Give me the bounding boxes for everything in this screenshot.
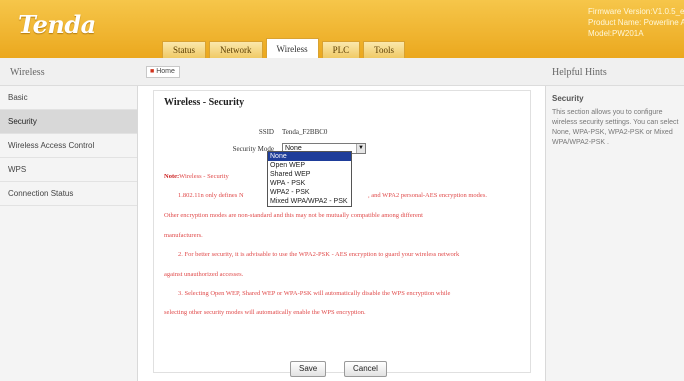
dropdown-option[interactable]: Mixed WPA/WPA2 - PSK (268, 197, 351, 206)
firmware-version: Firmware Version:V1.0.5_en (588, 7, 684, 16)
model-name: Model:PW201A (588, 29, 644, 38)
ssid-label: SSID (258, 128, 274, 136)
home-button[interactable]: ■ Home (146, 66, 180, 78)
main-nav: Status Network Wireless PLC Tools (162, 38, 408, 58)
dropdown-option[interactable]: WPA - PSK (268, 179, 351, 188)
section-title: Wireless (10, 67, 45, 78)
note-line-4: 2. For better security, it is advisable … (178, 251, 460, 258)
ssid-value: Tenda_F2BBC0 (282, 128, 328, 136)
header: Tenda Firmware Version:V1.0.5_en Product… (0, 0, 684, 58)
tab-network[interactable]: Network (209, 41, 263, 58)
note-line-6: 3. Selecting Open WEP, Shared WEP or WPA… (178, 290, 451, 297)
help-title: Security (552, 94, 584, 103)
dropdown-option[interactable]: WPA2 - PSK (268, 188, 351, 197)
note-prefix: Note: (164, 173, 180, 180)
home-button-label: Home (156, 68, 175, 75)
tenda-logo: Tenda (18, 10, 96, 39)
product-name: Product Name: Powerline AP (588, 18, 684, 27)
save-button[interactable]: Save (290, 361, 327, 377)
sidebar-item-wireless-access-control[interactable]: Wireless Access Control (0, 134, 137, 158)
tab-status[interactable]: Status (162, 41, 207, 58)
note-line-3: manufacturers. (164, 232, 203, 239)
home-icon: ■ (150, 68, 155, 75)
note-line-5: against unauthorized accesses. (164, 271, 244, 278)
helpful-hints-title: Helpful Hints (552, 67, 607, 78)
cancel-button[interactable]: Cancel (344, 361, 387, 377)
sidebar-item-connection-status[interactable]: Connection Status (0, 182, 137, 206)
tab-plc[interactable]: PLC (321, 41, 361, 58)
dropdown-option[interactable]: Open WEP (268, 161, 351, 170)
security-mode-dropdown: None Open WEP Shared WEP WPA - PSK WPA2 … (267, 151, 352, 207)
security-panel: Wireless - Security SSID Tenda_F2BBC0 Se… (153, 90, 531, 377)
dropdown-option[interactable]: Shared WEP (268, 170, 351, 179)
page-title: Wireless - Security (164, 97, 245, 108)
tab-wireless[interactable]: Wireless (265, 38, 319, 58)
sidebar-item-wps[interactable]: WPS (0, 158, 137, 182)
sidebar-item-basic[interactable]: Basic (0, 86, 137, 110)
security-mode-label: Security Mode (232, 145, 274, 153)
note-heading: Wireless - Security (179, 173, 229, 180)
sidebar: Basic Security Wireless Access Control W… (0, 86, 138, 381)
chevron-down-icon[interactable]: ▼ (356, 144, 365, 153)
sidebar-item-security[interactable]: Security (0, 110, 137, 134)
note-line-1b: , and WPA2 personal-AES encryption modes… (368, 192, 487, 199)
note-line-2: Other encryption modes are non-standard … (164, 212, 423, 219)
firmware-info: Firmware Version:V1.0.5_en Product Name:… (588, 6, 684, 39)
dropdown-option[interactable]: None (268, 152, 351, 161)
main-content: Wireless - Security SSID Tenda_F2BBC0 Se… (139, 86, 545, 381)
note-line-7: selecting other security modes will auto… (164, 309, 366, 316)
help-panel: Security This section allows you to conf… (545, 86, 684, 381)
help-body: This section allows you to configure wir… (552, 109, 679, 146)
tab-tools[interactable]: Tools (363, 41, 406, 58)
